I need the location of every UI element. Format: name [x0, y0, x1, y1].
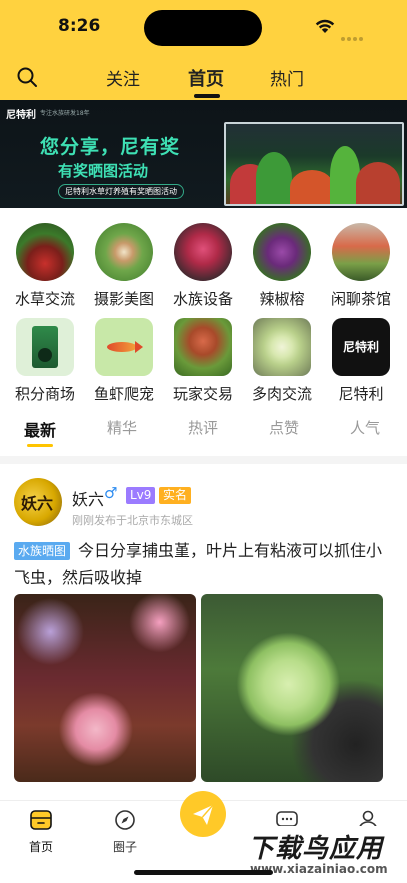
- aquarium-tank-image: [224, 122, 404, 206]
- category-label: 摄影美图: [93, 290, 154, 308]
- tab-featured[interactable]: 精华: [107, 417, 137, 438]
- bottom-tab-home[interactable]: 首页: [11, 809, 71, 855]
- bottom-tab-label: 圈子: [112, 840, 137, 854]
- tab-latest[interactable]: 最新: [24, 417, 56, 441]
- category-label: 积分商场: [14, 385, 75, 403]
- post-category-tag[interactable]: 水族晒图: [14, 542, 71, 560]
- top-header: 8:26 关注 首页 热门: [0, 0, 407, 100]
- post-meta: 刚刚发布于北京市东城区: [72, 514, 193, 527]
- bottom-tab-label: 首页: [28, 840, 53, 854]
- category-player-trading[interactable]: 玩家交易: [164, 318, 242, 404]
- active-tab-indicator: [194, 94, 220, 98]
- bottom-tab-circle[interactable]: 圈子: [95, 809, 155, 855]
- aquatic-plant-thumb-icon: [16, 223, 74, 281]
- home-icon: [30, 810, 52, 830]
- stem-plant-thumb-icon: [174, 318, 232, 376]
- watermark-main: 下载鸟应用: [248, 834, 384, 864]
- brand-logo-thumb-icon: 尼特利: [332, 318, 390, 376]
- category-aquatic-plants[interactable]: 水草交流: [6, 223, 84, 309]
- home-indicator: [134, 870, 273, 875]
- category-points-mall[interactable]: 积分商场: [6, 318, 84, 404]
- tab-likes[interactable]: 点赞: [269, 417, 299, 438]
- category-succulents[interactable]: 多肉交流: [243, 318, 321, 404]
- search-icon[interactable]: [16, 66, 38, 88]
- category-fish-shrimp-reptile[interactable]: 鱼虾爬宠: [85, 318, 163, 404]
- category-label: 尼特利: [338, 385, 384, 403]
- category-label: 玩家交易: [172, 385, 233, 403]
- post-send-button[interactable]: [180, 791, 226, 837]
- send-icon: [193, 804, 214, 825]
- category-grid: 水草交流 摄影美图 水族设备 辣椒榕 闲聊茶馆 积分商场 鱼虾爬宠 玩家交易 多…: [0, 218, 407, 408]
- red-plant-thumb-icon: [174, 223, 232, 281]
- wifi-icon: [315, 19, 335, 33]
- banner-brand-sub: 专注水族研发18年: [40, 110, 90, 117]
- category-label: 水族设备: [172, 290, 233, 308]
- feed-tab-indicator: [27, 444, 53, 447]
- verified-badge: 实名: [159, 487, 192, 504]
- promo-banner[interactable]: 尼特利 专注水族研发18年 您分享，尼有奖 有奖晒图活动 尼特利水草灯养殖有奖晒…: [0, 100, 407, 208]
- post-card[interactable]: 妖六 妖六 ♂ Lv9 实名 刚刚发布于北京市东城区 今日分享捕虫堇，叶片上有粘…: [0, 464, 407, 800]
- top-nav: 关注 首页 热门: [0, 60, 407, 98]
- category-equipment[interactable]: 水族设备: [164, 223, 242, 309]
- category-label: 鱼虾爬宠: [93, 385, 154, 403]
- bucephalandra-thumb-icon: [253, 223, 311, 281]
- tab-popular[interactable]: 人气: [350, 417, 380, 438]
- aquascape-thumb-icon: [332, 223, 390, 281]
- status-bar: 8:26: [0, 0, 407, 50]
- banner-brand: 尼特利: [6, 110, 36, 121]
- post-photo[interactable]: [14, 594, 196, 782]
- feed-tabs: 最新 精华 热评 点赞 人气: [0, 412, 407, 448]
- compass-icon: [115, 810, 135, 830]
- avatar[interactable]: 妖六: [14, 478, 62, 526]
- dynamic-island: [144, 10, 262, 46]
- category-label: 水草交流: [14, 290, 75, 308]
- banner-subtitle: 有奖晒图活动: [58, 162, 149, 180]
- category-label: 辣椒榕: [259, 290, 305, 308]
- tab-home[interactable]: 首页: [188, 65, 224, 91]
- succulent-thumb-icon: [253, 318, 311, 376]
- fish-thumb-icon: [95, 318, 153, 376]
- category-nitely[interactable]: 尼特利 尼特利: [322, 318, 400, 404]
- avatar-text: 妖六: [21, 494, 54, 513]
- banner-title: 您分享，尼有奖: [40, 136, 181, 158]
- banner-tag: 尼特利水草灯养殖有奖晒图活动: [58, 184, 184, 199]
- category-label: 闲聊茶馆: [330, 290, 391, 308]
- status-time: 8:26: [58, 16, 101, 36]
- section-divider: [0, 456, 407, 464]
- post-photo[interactable]: [201, 594, 383, 782]
- male-gender-icon: ♂: [104, 484, 118, 502]
- post-text: 今日分享捕虫堇，叶片上有粘液可以抓住小飞虫，然后吸收掉: [14, 541, 383, 587]
- username[interactable]: 妖六: [72, 486, 104, 510]
- category-label: 多肉交流: [251, 385, 312, 403]
- level-badge: Lv9: [126, 487, 156, 504]
- category-chat[interactable]: 闲聊茶馆: [322, 223, 400, 309]
- tab-hot-comments[interactable]: 热评: [188, 417, 218, 438]
- product-bag-thumb-icon: [16, 318, 74, 376]
- shrimp-thumb-icon: [95, 223, 153, 281]
- battery-placeholder-icon: [341, 26, 365, 41]
- tab-follow[interactable]: 关注: [106, 65, 140, 90]
- category-bucephalandra[interactable]: 辣椒榕: [243, 223, 321, 309]
- tab-hot[interactable]: 热门: [270, 65, 304, 90]
- category-photography[interactable]: 摄影美图: [85, 223, 163, 309]
